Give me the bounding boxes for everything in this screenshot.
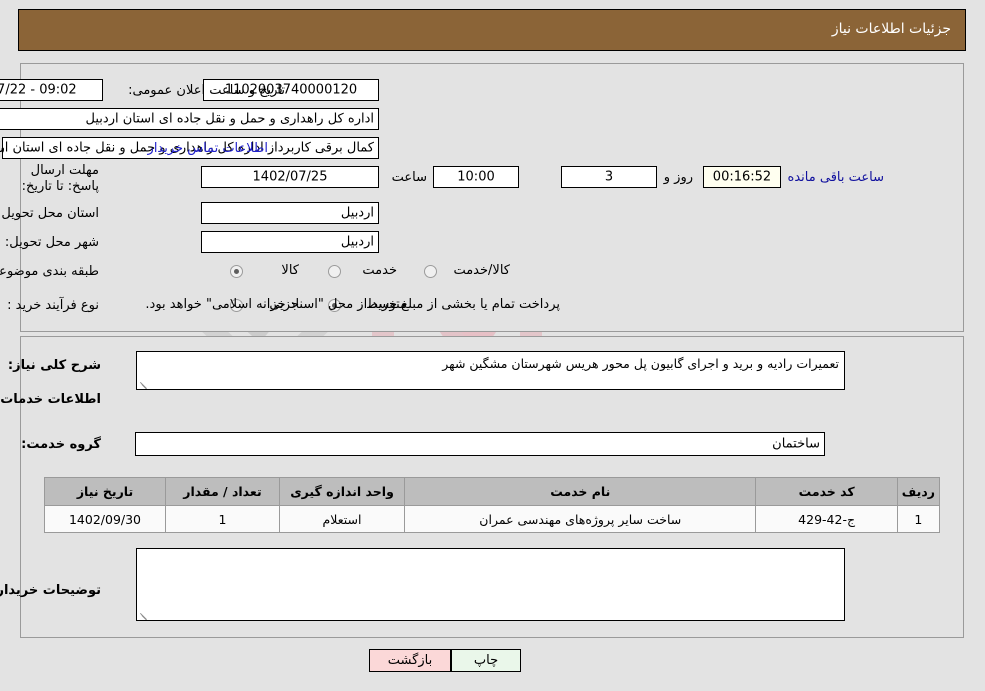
deadline-date-field[interactable]: 1402/07/25 bbox=[201, 166, 379, 188]
general-description-label: شرح کلی نیاز: bbox=[7, 358, 101, 373]
general-description-value: تعمیرات رادیه و برید و اجرای گابیون پل م… bbox=[442, 356, 839, 371]
deadline-days-value: 3 bbox=[604, 169, 614, 185]
service-group-label: گروه خدمت: bbox=[21, 437, 101, 452]
resize-grip-icon-notes bbox=[139, 609, 149, 620]
delivery-province-field[interactable]: اردبیل bbox=[201, 202, 379, 224]
buyer-notes-textarea[interactable] bbox=[136, 548, 845, 621]
table-header-quantity: تعداد / مقدار bbox=[164, 477, 280, 506]
announce-datetime-label: تاریخ و ساعت اعلان عمومی: bbox=[128, 83, 285, 98]
announce-datetime-field[interactable]: 09:02 - 1402/07/22 bbox=[0, 79, 103, 101]
cell-unit: استعلام bbox=[278, 505, 406, 533]
countdown-remaining-label: ساعت باقی مانده bbox=[787, 170, 884, 185]
table-header-service-name: نام خدمت bbox=[404, 477, 757, 506]
category-option-kala-label: کالا bbox=[281, 263, 299, 278]
delivery-city-label: شهر محل تحویل: bbox=[4, 235, 99, 250]
general-description-textarea[interactable]: تعمیرات رادیه و برید و اجرای گابیون پل م… bbox=[136, 351, 845, 390]
services-section-title: اطلاعات خدمات مورد نیاز bbox=[0, 392, 101, 407]
deadline-days-field[interactable]: 3 bbox=[561, 166, 657, 188]
service-group-value: ساختمان bbox=[772, 436, 820, 452]
deadline-label: مهلت ارسال پاسخ: تا تاریخ: bbox=[21, 163, 99, 194]
deadline-days-label: روز و bbox=[663, 170, 693, 185]
table-header-row-index: ردیف bbox=[896, 477, 941, 506]
category-radio-kala[interactable] bbox=[230, 265, 243, 278]
category-radio-khedmat[interactable] bbox=[328, 265, 341, 278]
services-table: ردیف کد خدمت نام خدمت واحد اندازه گیری ت… bbox=[44, 477, 941, 533]
table-header-service-code: کد خدمت bbox=[755, 477, 898, 506]
purchase-type-note: پرداخت تمام یا بخشی از مبلغ خرید،از محل … bbox=[145, 297, 560, 312]
delivery-city-value: اردبیل bbox=[340, 234, 374, 250]
category-option-kala-khedmat-label: کالا/خدمت bbox=[453, 263, 510, 278]
resize-grip-icon bbox=[139, 378, 149, 389]
deadline-time-value: 10:00 bbox=[457, 169, 495, 185]
table-header-need-date: تاریخ نیاز bbox=[44, 477, 166, 506]
need-details-panel bbox=[20, 63, 964, 332]
page-title: جزئیات اطلاعات نیاز bbox=[831, 21, 951, 37]
delivery-province-label: استان محل تحویل: bbox=[0, 206, 99, 221]
category-option-khedmat-label: خدمت bbox=[362, 263, 397, 278]
buyer-notes-label: توضیحات خریدار: bbox=[0, 583, 101, 598]
delivery-city-field[interactable]: اردبیل bbox=[201, 231, 379, 253]
announce-datetime-value: 09:02 - 1402/07/22 bbox=[0, 82, 77, 98]
table-header-row: ردیف کد خدمت نام خدمت واحد اندازه گیری ت… bbox=[44, 477, 941, 506]
countdown-timer-field: 00:16:52 bbox=[703, 166, 781, 188]
cell-need-date: 1402/09/30 bbox=[44, 505, 166, 533]
buyer-org-field[interactable]: اداره کل راهداری و حمل و نقل جاده ای است… bbox=[0, 108, 379, 130]
deadline-time-field[interactable]: 10:00 bbox=[433, 166, 519, 188]
delivery-province-value: اردبیل bbox=[340, 205, 374, 221]
cell-quantity: 1 bbox=[164, 505, 280, 533]
countdown-timer-value: 00:16:52 bbox=[712, 169, 772, 185]
cell-service-code: ج-42-429 bbox=[755, 505, 898, 533]
print-button[interactable]: چاپ bbox=[451, 649, 521, 672]
table-header-unit: واحد اندازه گیری bbox=[278, 477, 406, 506]
buyer-contact-link[interactable]: اطلاعات تماس خریدار bbox=[148, 141, 268, 156]
cell-service-name: ساخت سایر پروژه‌های مهندسی عمران bbox=[404, 505, 757, 533]
table-row: 1 ج-42-429 ساخت سایر پروژه‌های مهندسی عم… bbox=[44, 505, 941, 533]
back-button[interactable]: بازگشت bbox=[369, 649, 451, 672]
purchase-type-label: نوع فرآیند خرید : bbox=[7, 298, 99, 313]
deadline-date-value: 1402/07/25 bbox=[252, 169, 328, 185]
deadline-time-label: ساعت bbox=[391, 170, 427, 185]
cell-row-index: 1 bbox=[896, 505, 941, 533]
buyer-org-value: اداره کل راهداری و حمل و نقل جاده ای است… bbox=[85, 111, 374, 127]
category-label: طبقه بندی موضوعی: bbox=[0, 264, 99, 279]
page-root: AriaTender.net جزئیات اطلاعات نیاز شماره… bbox=[0, 0, 985, 691]
service-group-field[interactable]: ساختمان bbox=[135, 432, 825, 456]
header-bar: جزئیات اطلاعات نیاز bbox=[18, 9, 966, 51]
category-radio-kala-khedmat[interactable] bbox=[424, 265, 437, 278]
